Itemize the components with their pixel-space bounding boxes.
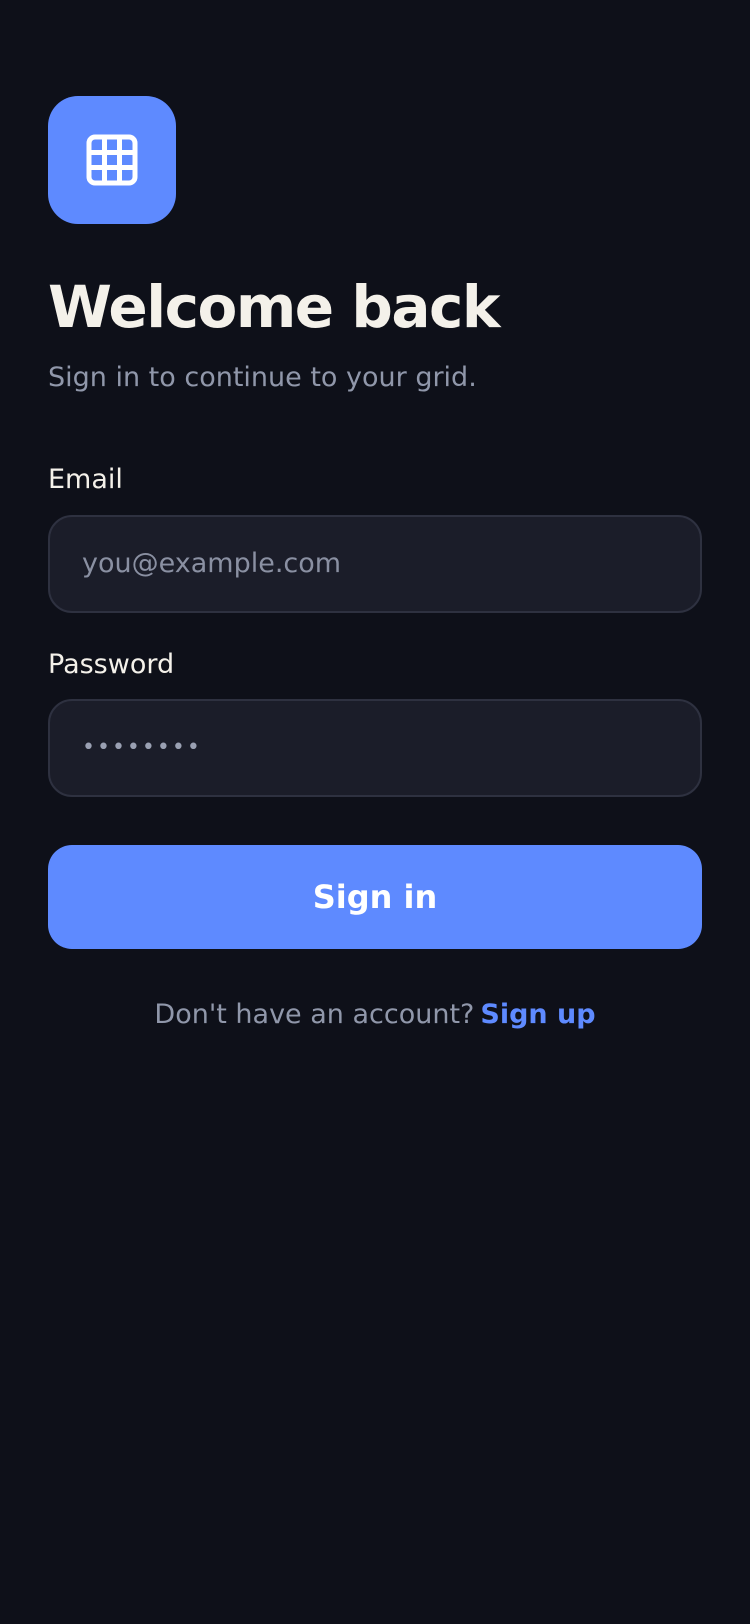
sign-in-button[interactable]: Sign in [48,844,702,949]
password-label: Password [48,648,175,680]
signup-prompt-row: Don't have an account? Sign up [48,999,702,1030]
page-subtitle: Sign in to continue to your grid. [48,361,477,393]
password-field[interactable] [48,698,702,797]
grid-icon [86,134,138,186]
login-screen: Welcome back Sign in to continue to your… [0,0,750,1624]
sign-in-form: Email Password Sign in [48,464,702,949]
app-logo [48,96,176,224]
email-field[interactable] [48,514,702,613]
sign-up-link[interactable]: Sign up [480,999,595,1030]
email-label: Email [48,464,123,496]
page-title: Welcome back [48,273,500,341]
signup-prompt-text: Don't have an account? [154,998,475,1030]
